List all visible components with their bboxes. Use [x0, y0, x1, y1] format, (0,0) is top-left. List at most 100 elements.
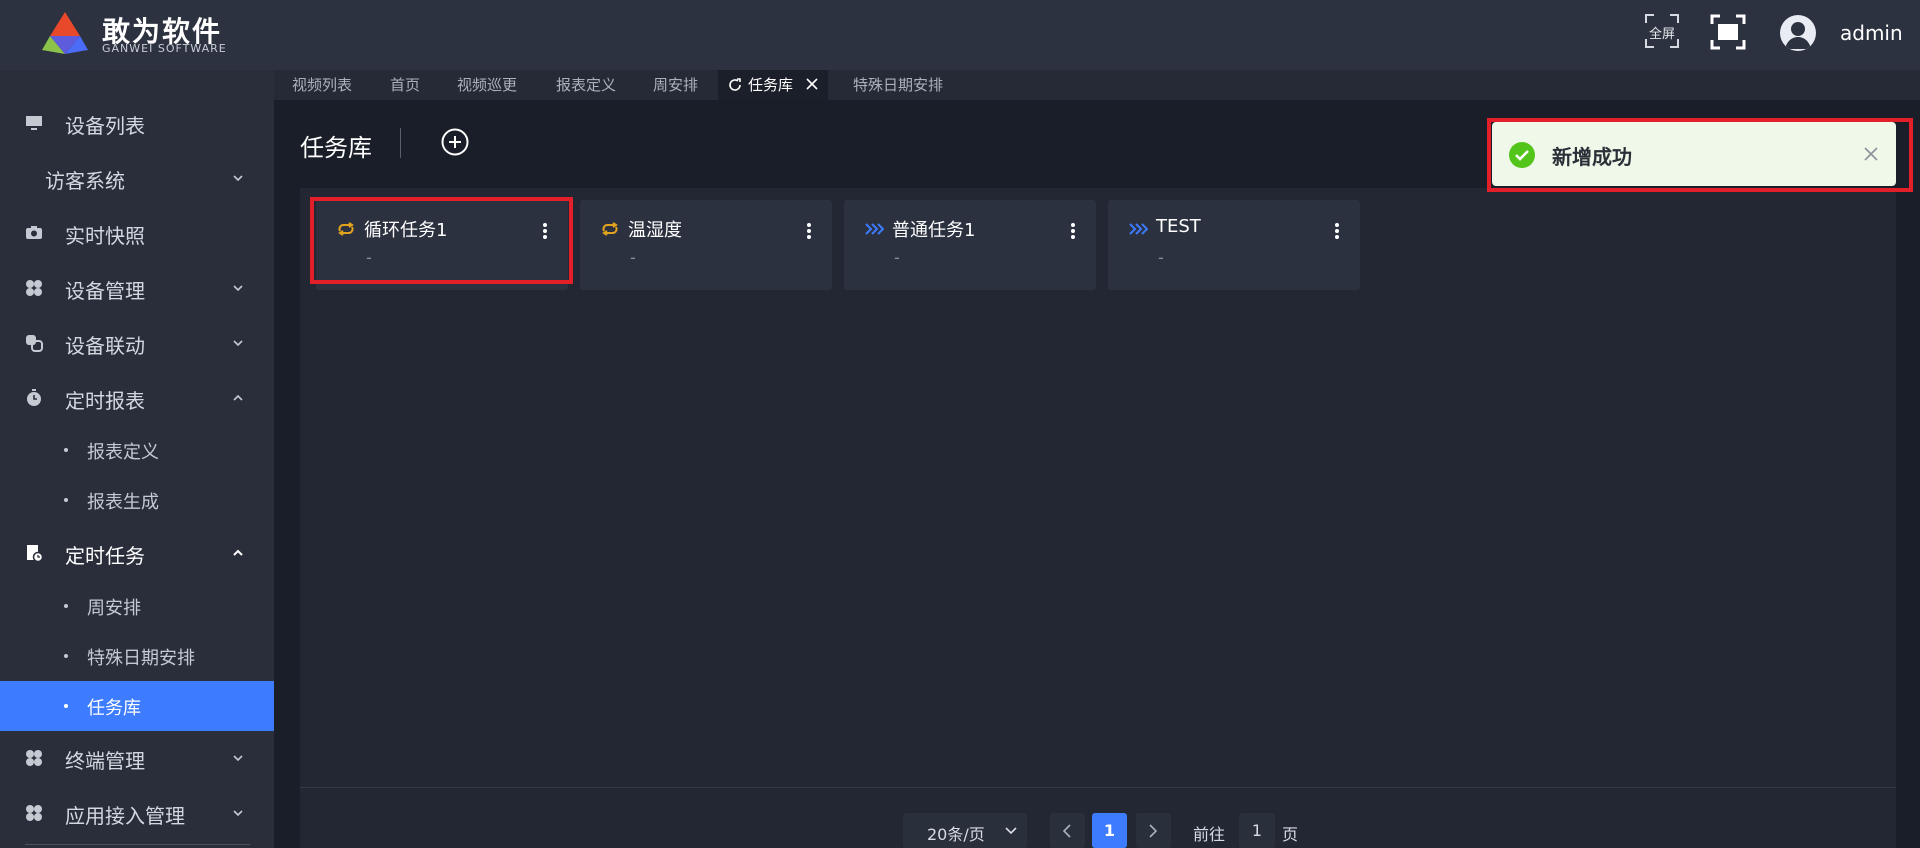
- sidebar-item-label: 设备管理: [65, 279, 145, 303]
- bullet-dot: [64, 498, 68, 502]
- bullet-dot: [64, 448, 68, 452]
- sidebar-item-device-list[interactable]: 设备列表: [0, 98, 274, 148]
- grid-icon: [26, 805, 42, 821]
- link-icon: [26, 335, 43, 352]
- tab-weekly-schedule[interactable]: 周安排: [653, 70, 698, 100]
- chevron-down-icon: [233, 340, 243, 347]
- sidebar-subitem-label: 报表定义: [87, 442, 159, 463]
- tab-home[interactable]: 首页: [390, 70, 420, 100]
- brand-logo-icon: [42, 12, 88, 54]
- sidebar-item-device-management[interactable]: 设备管理: [0, 263, 274, 313]
- sidebar-item-app-access-management[interactable]: 应用接入管理: [0, 788, 274, 838]
- more-vertical-icon[interactable]: [1070, 222, 1076, 240]
- sidebar-item-label: 定时报表: [65, 389, 145, 413]
- camera-icon: [26, 226, 42, 239]
- grid-icon: [26, 750, 42, 766]
- tab-report-definition[interactable]: 报表定义: [556, 70, 616, 100]
- task-card-subtitle: -: [630, 248, 636, 267]
- sidebar-item-timed-report[interactable]: 定时报表: [0, 373, 274, 423]
- sidebar-item-label: 实时快照: [65, 224, 145, 248]
- task-card-subtitle: -: [894, 248, 900, 267]
- brand-subtitle: GANWEI SOFTWARE: [102, 42, 227, 55]
- goto-page-input[interactable]: [1239, 813, 1275, 848]
- more-vertical-icon[interactable]: [1334, 222, 1340, 240]
- page-size-select[interactable]: 20条/页: [903, 813, 1027, 848]
- sidebar-item-device-linkage[interactable]: 设备联动: [0, 318, 274, 368]
- chevron-down-icon: [233, 285, 243, 292]
- chevron-down-icon: [1005, 827, 1017, 835]
- fullscreen-text-label[interactable]: 全屏: [1649, 23, 1675, 42]
- user-avatar-icon: [1785, 22, 1811, 49]
- page-title: 任务库: [300, 134, 372, 162]
- sidebar-item-label: 应用接入管理: [65, 804, 185, 828]
- loop-icon: [602, 222, 618, 236]
- bullet-dot: [64, 604, 68, 608]
- sidebar-subitem-task-library[interactable]: 任务库: [0, 681, 274, 731]
- sidebar-subitem-label: 特殊日期安排: [87, 648, 195, 669]
- fullscreen-icon[interactable]: [1710, 14, 1746, 50]
- tab-special-date-schedule[interactable]: 特殊日期安排: [853, 70, 943, 100]
- task-card-subtitle: -: [1158, 248, 1164, 267]
- task-card[interactable]: 温湿度 -: [580, 200, 832, 290]
- sidebar-subitem-special-date-schedule[interactable]: 特殊日期安排: [0, 631, 274, 681]
- sidebar-item-label: 设备联动: [65, 334, 145, 358]
- next-page-button[interactable]: [1136, 813, 1171, 848]
- task-card[interactable]: 普通任务1 -: [844, 200, 1096, 290]
- chevron-down-icon: [233, 755, 243, 762]
- chevron-down-icon: [233, 175, 243, 182]
- task-card-title: 温湿度: [628, 220, 682, 241]
- more-vertical-icon[interactable]: [806, 222, 812, 240]
- sidebar-subitem-label: 任务库: [87, 698, 141, 719]
- sidebar-subitem-label: 周安排: [87, 598, 141, 619]
- chevron-right-icon: [1149, 824, 1158, 838]
- task-card-title: 普通任务1: [892, 220, 976, 241]
- chevron-down-icon: [233, 810, 243, 817]
- forward-icon: [865, 223, 884, 235]
- tab-label: 任务库: [748, 76, 794, 94]
- sidebar-subitem-label: 报表生成: [87, 492, 159, 513]
- sidebar-item-label: 定时任务: [65, 544, 145, 568]
- avatar[interactable]: [1780, 15, 1816, 51]
- forward-icon: [1129, 223, 1148, 235]
- username[interactable]: admin: [1840, 21, 1903, 45]
- page-number-current[interactable]: 1: [1092, 813, 1127, 848]
- sidebar-item-label: 设备列表: [65, 114, 145, 138]
- sidebar-item-terminal-management[interactable]: 终端管理: [0, 733, 274, 783]
- sidebar-divider: [25, 844, 250, 845]
- top-header: 敢为软件 GANWEI SOFTWARE 全屏 admin: [0, 0, 1920, 70]
- highlight-box-card: [310, 197, 573, 284]
- page-suffix-label: 页: [1282, 825, 1299, 844]
- grid-icon: [26, 280, 42, 296]
- bullet-dot: [64, 704, 68, 708]
- chevron-up-icon: [233, 394, 243, 401]
- prev-page-button[interactable]: [1050, 813, 1085, 848]
- sidebar-item-label: 终端管理: [65, 749, 145, 773]
- bullet-dot: [64, 654, 68, 658]
- tab-bar: 视频列表 首页 视频巡更 报表定义 周安排 任务库 特殊日期安排: [274, 70, 1920, 100]
- panel-divider: [300, 787, 1896, 788]
- sidebar-item-visitor-system[interactable]: 访客系统: [0, 153, 274, 203]
- sidebar-item-timed-task[interactable]: 定时任务: [0, 528, 274, 578]
- chevron-up-icon: [233, 549, 243, 556]
- tab-video-list[interactable]: 视频列表: [292, 70, 352, 100]
- goto-label: 前往: [1193, 825, 1226, 844]
- monitor-icon: [26, 116, 42, 130]
- sidebar-item-snapshot[interactable]: 实时快照: [0, 208, 274, 258]
- sidebar-item-label: 访客系统: [45, 169, 125, 193]
- sidebar-subitem-report-definition[interactable]: 报表定义: [0, 425, 274, 475]
- add-icon[interactable]: [440, 127, 470, 157]
- chevron-left-icon: [1062, 824, 1071, 838]
- close-icon[interactable]: [806, 78, 818, 90]
- timer-icon: [27, 389, 41, 406]
- refresh-icon[interactable]: [728, 78, 742, 92]
- tab-task-library[interactable]: 任务库: [718, 70, 828, 100]
- sidebar: 设备列表 访客系统 实时快照 设备管理 设备联动 定时报表 报表定义 报表生成 …: [0, 70, 274, 848]
- sidebar-subitem-report-generation[interactable]: 报表生成: [0, 475, 274, 525]
- title-divider: [400, 128, 401, 158]
- task-card[interactable]: TEST -: [1108, 200, 1360, 290]
- sidebar-subitem-weekly-schedule[interactable]: 周安排: [0, 581, 274, 631]
- tab-video-patrol[interactable]: 视频巡更: [457, 70, 517, 100]
- page-size-label: 20条/页: [927, 825, 985, 844]
- highlight-box-toast: [1487, 118, 1913, 192]
- task-icon: [27, 545, 43, 562]
